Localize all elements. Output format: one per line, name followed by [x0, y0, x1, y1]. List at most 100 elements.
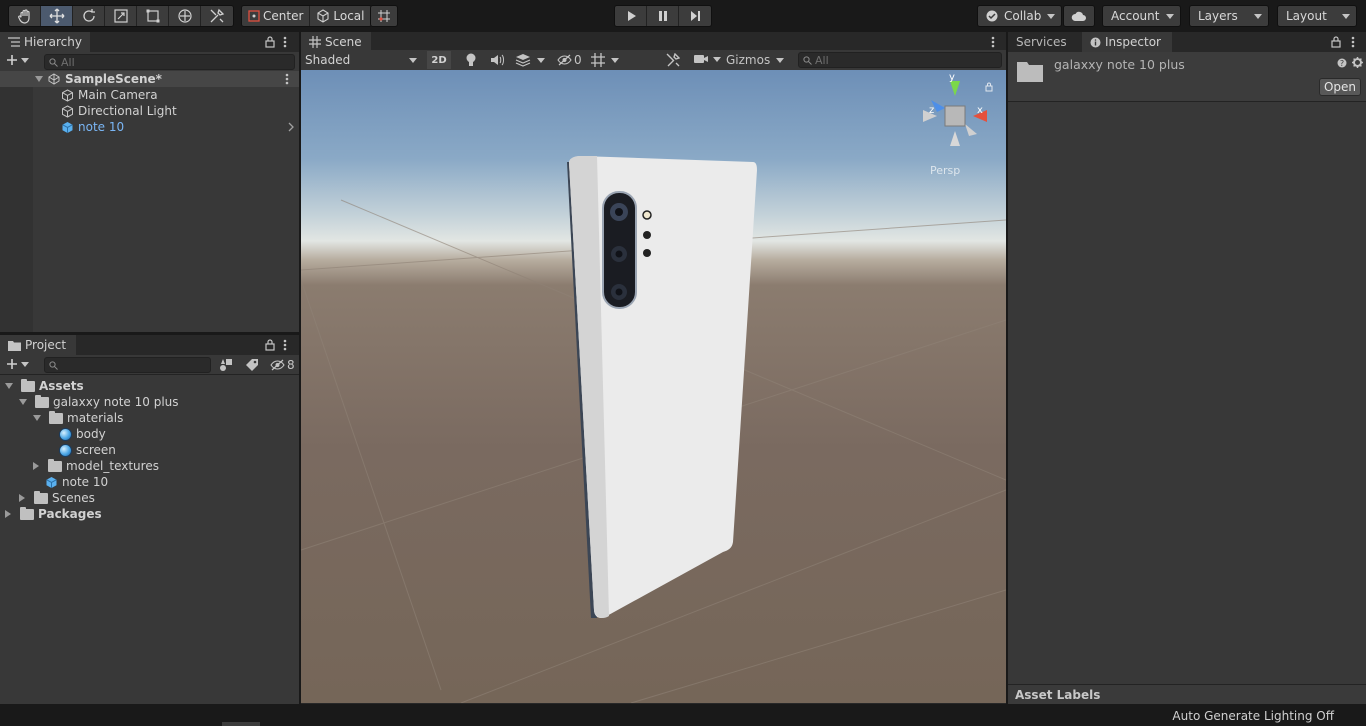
- scale-tool-button[interactable]: [105, 6, 137, 26]
- scale-icon: [113, 9, 128, 23]
- scene-header-row[interactable]: SampleScene*: [0, 71, 299, 87]
- effects-dropdown[interactable]: [515, 53, 545, 67]
- folder-open-icon: [49, 410, 63, 424]
- hierarchy-item-note10[interactable]: note 10: [61, 119, 124, 135]
- tree-item-materials[interactable]: materials: [33, 410, 123, 426]
- hierarchy-item-directional-light[interactable]: Directional Light: [61, 103, 177, 119]
- expand-arrow-icon[interactable]: [35, 76, 43, 82]
- tree-item-model-textures[interactable]: model_textures: [33, 458, 159, 474]
- kebab-menu-icon[interactable]: [285, 73, 289, 85]
- tools-icon[interactable]: [666, 53, 680, 67]
- custom-tool-button[interactable]: [201, 6, 233, 26]
- pause-button[interactable]: [647, 6, 679, 26]
- unity-scene-icon: [48, 73, 60, 85]
- expand-arrow-icon[interactable]: [33, 462, 39, 470]
- pivot-mode-button[interactable]: Center: [242, 6, 311, 26]
- transform-all-icon: [177, 9, 192, 23]
- camera-settings-dropdown[interactable]: [693, 53, 721, 65]
- tree-item-body[interactable]: body: [59, 426, 106, 442]
- search-icon: [803, 56, 812, 65]
- lighting-status[interactable]: Auto Generate Lighting Off: [1172, 709, 1334, 723]
- material-sphere-icon: [59, 427, 72, 441]
- kebab-menu-icon[interactable]: [991, 36, 995, 48]
- lock-icon[interactable]: [1331, 36, 1341, 48]
- gameobject-icon: [62, 104, 73, 118]
- tree-item-assets[interactable]: Assets: [5, 378, 84, 394]
- kebab-menu-icon[interactable]: [1351, 36, 1355, 48]
- expand-arrow-icon[interactable]: [5, 383, 13, 389]
- hierarchy-search-input[interactable]: All: [44, 54, 295, 70]
- rect-tool-button[interactable]: [137, 6, 169, 26]
- collab-button[interactable]: Collab: [978, 6, 1062, 26]
- scene-visibility-toggle[interactable]: 0: [557, 53, 582, 67]
- open-button[interactable]: Open: [1319, 78, 1361, 96]
- shading-mode-dropdown[interactable]: Shaded: [301, 51, 421, 69]
- tree-item-galaxy-folder[interactable]: galaxxy note 10 plus: [19, 394, 179, 410]
- step-button[interactable]: [679, 6, 711, 26]
- 2d-mode-toggle[interactable]: 2D: [427, 51, 451, 69]
- lock-icon[interactable]: [265, 36, 275, 48]
- scene-search-placeholder: All: [815, 53, 829, 67]
- scene-search-input[interactable]: All: [798, 52, 1002, 68]
- cloud-button[interactable]: [1064, 6, 1094, 26]
- hidden-packages-count: 8: [287, 358, 295, 372]
- create-asset-button[interactable]: [6, 358, 29, 370]
- axis-x-label: x: [977, 105, 983, 116]
- search-icon: [49, 361, 58, 370]
- plus-icon: [7, 55, 17, 65]
- tab-inspector[interactable]: Inspector: [1082, 32, 1172, 52]
- effects-layers-icon: [515, 54, 531, 67]
- kebab-menu-icon[interactable]: [283, 339, 287, 351]
- account-dropdown[interactable]: Account: [1103, 6, 1180, 26]
- hierarchy-item-main-camera[interactable]: Main Camera: [61, 87, 158, 103]
- tree-item-note10[interactable]: note 10: [45, 474, 108, 490]
- filter-by-type-icon[interactable]: [219, 358, 233, 372]
- orientation-gizmo[interactable]: y x z Persp: [917, 72, 1001, 186]
- hand-tool-button[interactable]: [9, 6, 41, 26]
- tab-scene[interactable]: Scene: [301, 32, 371, 52]
- folder-open-icon: [35, 394, 49, 408]
- project-search-input[interactable]: [44, 357, 211, 373]
- layout-dropdown[interactable]: Layout: [1278, 6, 1356, 26]
- audio-icon[interactable]: [490, 54, 504, 66]
- expand-arrow-icon[interactable]: [19, 399, 27, 405]
- collab-label: Collab: [1004, 9, 1042, 23]
- chevron-down-icon: [409, 57, 417, 63]
- help-icon[interactable]: ?: [1337, 58, 1347, 68]
- hidden-packages-toggle[interactable]: 8: [270, 358, 295, 372]
- filter-by-label-icon[interactable]: [245, 358, 259, 372]
- layers-dropdown[interactable]: Layers: [1190, 6, 1268, 26]
- project-tab-label: Project: [25, 338, 67, 352]
- gizmos-dropdown[interactable]: Gizmos: [726, 51, 785, 69]
- grid-dropdown[interactable]: [591, 53, 619, 67]
- kebab-menu-icon[interactable]: [283, 36, 287, 48]
- tab-services[interactable]: Services: [1008, 32, 1082, 52]
- lock-icon[interactable]: [265, 339, 275, 351]
- asset-name: galaxxy note 10 plus: [1054, 57, 1185, 72]
- chevron-right-icon[interactable]: [288, 122, 294, 132]
- expand-arrow-icon[interactable]: [33, 415, 41, 421]
- projection-label[interactable]: Persp: [930, 164, 960, 177]
- play-button[interactable]: [615, 6, 647, 26]
- folder-icon: [8, 340, 21, 351]
- lightbulb-icon[interactable]: [465, 53, 477, 67]
- lock-icon[interactable]: [985, 82, 993, 92]
- rotate-tool-button[interactable]: [73, 6, 105, 26]
- scene-grid-icon: [309, 36, 321, 48]
- grid-snap-button[interactable]: [371, 6, 397, 26]
- tree-item-packages[interactable]: Packages: [5, 506, 102, 522]
- tree-item-scenes[interactable]: Scenes: [19, 490, 95, 506]
- expand-arrow-icon[interactable]: [5, 510, 11, 518]
- pivot-rotation-button[interactable]: Local: [310, 6, 371, 26]
- gear-icon[interactable]: [1352, 57, 1363, 68]
- camera-icon: [694, 55, 708, 63]
- tree-item-screen[interactable]: screen: [59, 442, 116, 458]
- tab-hierarchy[interactable]: Hierarchy: [0, 32, 90, 52]
- tab-project[interactable]: Project: [0, 335, 76, 355]
- expand-arrow-icon[interactable]: [19, 494, 25, 502]
- scene-viewport[interactable]: y x z Persp: [301, 70, 1006, 703]
- create-button[interactable]: [6, 54, 29, 66]
- move-tool-button[interactable]: [41, 6, 73, 26]
- transform-tool-button[interactable]: [169, 6, 201, 26]
- gizmos-label: Gizmos: [726, 53, 771, 67]
